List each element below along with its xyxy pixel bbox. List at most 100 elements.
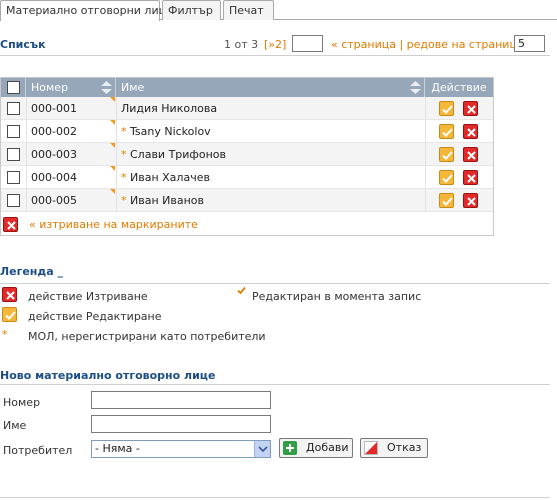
plus-icon — [283, 441, 297, 455]
page-rows-text[interactable]: « страница | редове на страница » — [331, 38, 534, 51]
divider — [425, 97, 426, 120]
legend-edit-text: действие Редактиране — [28, 310, 162, 323]
divider — [0, 384, 550, 385]
goto-page-input[interactable] — [292, 35, 323, 52]
sort-marker-icon — [110, 97, 115, 102]
legend-star-text: МОЛ, нерегистрирани като потребители — [28, 330, 266, 343]
name-label: Име — [3, 419, 27, 432]
table-row: 000-005 * Иван Иванов — [1, 189, 493, 212]
cancel-button-label: Отказ — [387, 441, 422, 454]
divider — [116, 166, 117, 189]
row-name: Слави Трифонов — [130, 148, 226, 161]
page-rows-label: « страница | редове на страница » — [331, 38, 534, 55]
sort-marker-icon — [110, 143, 115, 148]
tab-responsible-persons[interactable]: Материално отговорни лица — [0, 0, 173, 21]
row-name: Иван Иванов — [130, 194, 204, 207]
column-number-header[interactable]: Номер — [26, 78, 116, 97]
tab-bar: Материално отговорни лица Филтър Печат — [0, 0, 557, 21]
divider — [0, 55, 550, 56]
select-all-cell — [1, 78, 26, 97]
delete-icon[interactable] — [463, 147, 478, 162]
unregistered-star-icon: * — [121, 125, 127, 138]
delete-icon — [2, 287, 17, 302]
edited-mark-icon — [237, 286, 246, 295]
edit-icon[interactable] — [439, 124, 454, 139]
add-button[interactable]: Добави — [279, 438, 353, 458]
row-number: 000-004 — [31, 171, 77, 184]
number-label: Номер — [3, 396, 41, 409]
sort-marker-icon — [110, 189, 115, 194]
divider — [26, 120, 27, 143]
star-icon: * — [2, 328, 8, 341]
table-row: 000-003 * Слави Трифонов — [1, 143, 493, 166]
divider — [26, 166, 27, 189]
next-page-link[interactable]: [»2] — [264, 38, 286, 55]
chevron-down-icon[interactable] — [254, 441, 270, 457]
row-number: 000-001 — [31, 102, 77, 115]
tab-filter[interactable]: Филтър — [162, 0, 221, 20]
row-checkbox[interactable] — [7, 171, 20, 184]
unregistered-star-icon: * — [121, 194, 127, 207]
divider — [425, 166, 426, 189]
divider — [26, 97, 27, 120]
sort-icon[interactable] — [410, 81, 421, 94]
row-name: Tsany Nickolov — [130, 125, 211, 138]
row-number: 000-005 — [31, 194, 77, 207]
tab-print[interactable]: Печат — [223, 0, 274, 20]
number-input[interactable] — [91, 391, 271, 409]
sort-icon[interactable] — [101, 81, 112, 94]
row-checkbox[interactable] — [7, 194, 20, 207]
table-row: 000-004 * Иван Халачев — [1, 166, 493, 189]
user-select-value: - Няма - — [95, 442, 140, 455]
row-number: 000-003 — [31, 148, 77, 161]
column-number-label: Номер — [31, 81, 69, 94]
column-action-label: Действие — [431, 81, 487, 94]
select-all-checkbox[interactable] — [7, 81, 20, 94]
cancel-icon — [364, 441, 378, 455]
user-label: Потребител — [3, 444, 73, 457]
delete-icon[interactable] — [463, 170, 478, 185]
table-row: 000-002 * Tsany Nickolov — [1, 120, 493, 143]
divider — [116, 97, 117, 120]
edit-icon[interactable] — [439, 101, 454, 116]
delete-icon[interactable] — [463, 124, 478, 139]
delete-selected-link[interactable]: « изтриване на маркираните — [29, 218, 198, 231]
divider — [116, 189, 117, 212]
column-action-header: Действие — [425, 78, 493, 97]
edit-icon[interactable] — [439, 147, 454, 162]
column-name-header[interactable]: Име — [116, 78, 425, 97]
row-checkbox[interactable] — [7, 148, 20, 161]
row-number: 000-002 — [31, 125, 77, 138]
edit-icon[interactable] — [439, 170, 454, 185]
tab-label: Материално отговорни лица — [6, 4, 173, 17]
divider — [425, 189, 426, 212]
row-checkbox[interactable] — [7, 102, 20, 115]
edit-icon — [2, 307, 17, 322]
sort-marker-icon — [110, 166, 115, 171]
unregistered-star-icon: * — [121, 171, 127, 184]
row-name: Иван Халачев — [130, 171, 210, 184]
add-button-label: Добави — [306, 441, 349, 454]
sort-marker-icon — [110, 120, 115, 125]
divider — [0, 497, 550, 498]
row-checkbox[interactable] — [7, 125, 20, 138]
row-name: Лидия Николова — [121, 102, 218, 115]
user-select[interactable]: - Няма - — [91, 440, 271, 458]
tab-label: Филтър — [168, 4, 213, 17]
persons-table: Номер Име Действие 000-001 Лидия Николов… — [0, 77, 494, 236]
divider — [425, 143, 426, 166]
list-title: Списък — [0, 38, 46, 51]
page-info: 1 от 3 — [224, 38, 259, 51]
divider — [26, 189, 27, 212]
delete-icon[interactable] — [463, 193, 478, 208]
name-input[interactable] — [91, 415, 271, 433]
delete-selected-button[interactable] — [3, 217, 18, 232]
legend-edited-text: Редактиран в момента запис — [252, 290, 422, 303]
rows-per-page-input[interactable]: 5 — [514, 35, 545, 52]
cancel-button[interactable]: Отказ — [360, 438, 428, 458]
delete-icon[interactable] — [463, 101, 478, 116]
table-header: Номер Име Действие — [1, 78, 493, 97]
column-name-label: Име — [121, 81, 145, 94]
table-row: 000-001 Лидия Николова — [1, 97, 493, 120]
edit-icon[interactable] — [439, 193, 454, 208]
